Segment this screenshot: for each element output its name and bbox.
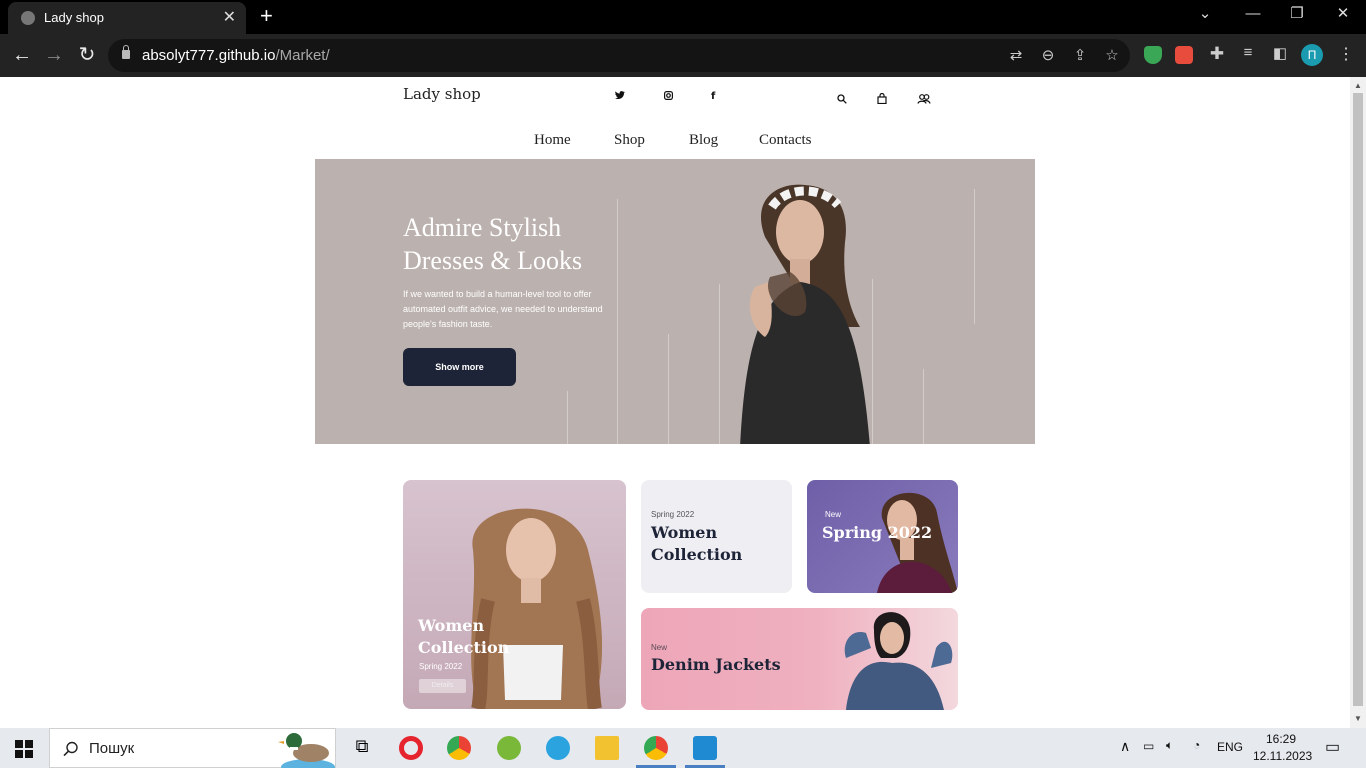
women-collection-card[interactable]: Spring 2022 Women Collection (641, 480, 792, 593)
forward-icon[interactable]: → (41, 43, 67, 67)
side-panel-icon[interactable]: ◧ (1270, 44, 1290, 62)
instagram-icon[interactable] (664, 91, 674, 103)
hero-title: Admire Stylish Dresses & Looks (403, 213, 583, 275)
address-bar[interactable]: absolyt777.github.io/Market/ ⇄ ⊖ ⇪ ☆ (108, 39, 1130, 72)
windows-taskbar: Пошук ⧉ ∧ ▭ 🔈︎ ◔ ENG 16:29 12.11.2023 ▭ (0, 728, 1366, 768)
utorrent-icon[interactable] (497, 736, 521, 760)
battery-icon[interactable]: ▭ (1143, 739, 1154, 753)
puzzle-extensions-icon[interactable]: ✚ (1207, 44, 1227, 64)
nav-home[interactable]: Home (534, 132, 571, 149)
volume-icon[interactable]: 🔈︎ (1166, 738, 1173, 753)
chrome-active-icon[interactable] (644, 736, 668, 760)
hero-description: If we wanted to build a human-level tool… (403, 289, 603, 329)
reload-icon[interactable]: ↻ (74, 43, 100, 67)
taskbar-search-field[interactable]: Пошук (49, 728, 336, 768)
scrollbar-thumb[interactable] (1353, 93, 1363, 706)
nav-contacts[interactable]: Contacts (759, 132, 812, 149)
twitter-icon[interactable] (615, 91, 625, 103)
notifications-icon[interactable]: ▭ (1325, 737, 1340, 757)
scroll-up-icon[interactable]: ▲ (1354, 81, 1362, 90)
denim-jackets-card[interactable]: New Denim Jackets (641, 608, 958, 710)
nav-blog[interactable]: Blog (689, 132, 718, 149)
tab-title: Lady shop (44, 10, 104, 25)
women-collection-feature-card[interactable]: Women Collection Spring 2022 Details (403, 480, 626, 709)
network-icon[interactable]: ◔ (1193, 738, 1200, 752)
back-icon[interactable]: ← (9, 43, 35, 67)
clock-time[interactable]: 16:29 (1266, 732, 1296, 746)
shield-extension-icon[interactable] (1144, 46, 1162, 64)
account-users-icon[interactable] (917, 91, 931, 105)
close-window-button[interactable]: ✕ (1328, 4, 1358, 24)
telegram-icon[interactable] (546, 736, 570, 760)
hero-decor-line (567, 391, 568, 444)
language-indicator[interactable]: ENG (1217, 740, 1243, 754)
chrome-icon[interactable] (447, 736, 471, 760)
hero-decor-line (974, 189, 975, 324)
scroll-down-icon[interactable]: ▼ (1354, 714, 1362, 723)
close-tab-icon[interactable]: ✕ (223, 7, 236, 27)
browser-menu-icon[interactable]: ⋮ (1338, 44, 1354, 64)
spring-card-eyebrow: New (825, 510, 842, 519)
big-card-subtitle: Spring 2022 (419, 662, 463, 671)
new-tab-button[interactable]: + (260, 4, 273, 28)
lock-icon[interactable] (122, 45, 130, 59)
search-icon (63, 741, 78, 757)
globe-icon (21, 11, 35, 25)
model-portrait-image (471, 508, 603, 709)
taskbar-search-placeholder: Пошук (89, 740, 135, 757)
browser-tab-strip: Lady shop ✕ + ⌄ — ❐ ✕ (0, 0, 1366, 34)
browser-tab[interactable]: Lady shop ✕ (8, 2, 246, 34)
tab-search-icon[interactable]: ⌄ (1190, 4, 1220, 24)
show-more-button[interactable]: Show more (403, 348, 516, 386)
spring-card-title: Spring 2022 (822, 523, 933, 542)
denim-card-title: Denim Jackets (651, 655, 781, 674)
media-queue-icon[interactable]: ≡ (1238, 44, 1258, 61)
web-page: Lady shop f Home Shop Blog Contacts Admi… (0, 77, 1350, 728)
vscode-icon[interactable] (693, 736, 717, 760)
opera-browser-icon[interactable] (399, 736, 423, 760)
spring-2022-card[interactable]: New Spring 2022 (807, 480, 958, 593)
translate-icon[interactable]: ⇄ (1006, 46, 1026, 64)
duck-search-highlight-icon (278, 733, 335, 768)
url-text[interactable]: absolyt777.github.io/Market/ (142, 47, 330, 64)
hero-model-image (740, 184, 870, 444)
cart-bag-icon[interactable] (877, 91, 891, 105)
search-icon[interactable] (837, 91, 851, 105)
nav-shop[interactable]: Shop (614, 132, 645, 149)
women-card-eyebrow: Spring 2022 (651, 510, 695, 519)
big-card-title: Women Collection (418, 616, 510, 657)
record-extension-icon[interactable] (1175, 46, 1193, 64)
big-card-details-button[interactable]: Details (419, 679, 466, 693)
zoom-icon[interactable]: ⊖ (1038, 46, 1058, 64)
denim-card-eyebrow: New (651, 643, 668, 652)
file-explorer-icon[interactable] (595, 736, 619, 760)
model-denim-image (844, 612, 953, 710)
page-scrollbar[interactable]: ▲ ▼ (1350, 77, 1366, 728)
restore-button[interactable]: ❐ (1282, 4, 1312, 24)
profile-avatar[interactable]: П (1301, 44, 1323, 66)
hero-decor-line (923, 369, 924, 444)
hero-decor-line (668, 334, 669, 444)
clock-date[interactable]: 12.11.2023 (1253, 749, 1312, 763)
women-card-title: Women Collection (651, 523, 743, 564)
facebook-icon[interactable]: f (711, 91, 715, 102)
minimize-button[interactable]: — (1238, 4, 1268, 24)
task-view-icon[interactable]: ⧉ (350, 736, 374, 760)
hero-banner: Admire Stylish Dresses & Looks If we wan… (315, 159, 1035, 444)
site-logo[interactable]: Lady shop (403, 85, 481, 103)
share-icon[interactable]: ⇪ (1070, 46, 1090, 64)
tray-expand-icon[interactable]: ∧ (1120, 738, 1130, 755)
windows-start-icon[interactable] (15, 740, 33, 758)
bookmark-star-icon[interactable]: ☆ (1102, 46, 1122, 64)
browser-toolbar: ← → ↻ absolyt777.github.io/Market/ ⇄ ⊖ ⇪… (0, 34, 1366, 77)
